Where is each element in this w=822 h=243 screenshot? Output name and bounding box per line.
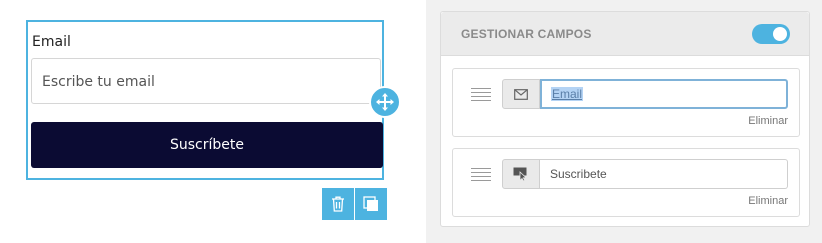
remove-field-link[interactable]: Eliminar (748, 115, 788, 127)
panel-title: GESTIONAR CAMPOS (461, 27, 592, 41)
remove-field-link[interactable]: Eliminar (748, 195, 788, 207)
trash-icon (332, 196, 344, 212)
envelope-icon (502, 79, 540, 109)
field-input-group: Email (502, 79, 788, 109)
manage-fields-panel: GESTIONAR CAMPOS Email Eliminar Suscribe… (440, 11, 810, 227)
drag-handle-icon[interactable] (471, 168, 491, 181)
subscribe-button[interactable]: Suscríbete (31, 122, 383, 168)
toggle-knob (773, 27, 787, 41)
delete-block-button[interactable] (322, 188, 354, 220)
panel-header: GESTIONAR CAMPOS (441, 12, 809, 56)
field-label-input[interactable]: Email (540, 79, 788, 109)
form-block[interactable]: Email Escribe tu email Suscríbete (26, 20, 384, 180)
copy-icon (363, 196, 378, 211)
field-label-input[interactable]: Suscribete (540, 159, 788, 189)
email-label: Email (32, 34, 71, 50)
email-input[interactable]: Escribe tu email (31, 58, 381, 104)
field-input-group: Suscribete (502, 159, 788, 189)
move-handle-icon[interactable] (369, 86, 401, 118)
cursor-click-icon (502, 159, 540, 189)
duplicate-block-button[interactable] (355, 188, 387, 220)
selected-text: Email (551, 87, 584, 101)
field-card-email: Email Eliminar (452, 68, 800, 137)
manage-fields-toggle[interactable] (752, 24, 790, 44)
field-card-button: Suscribete Eliminar (452, 148, 800, 217)
drag-handle-icon[interactable] (471, 88, 491, 101)
